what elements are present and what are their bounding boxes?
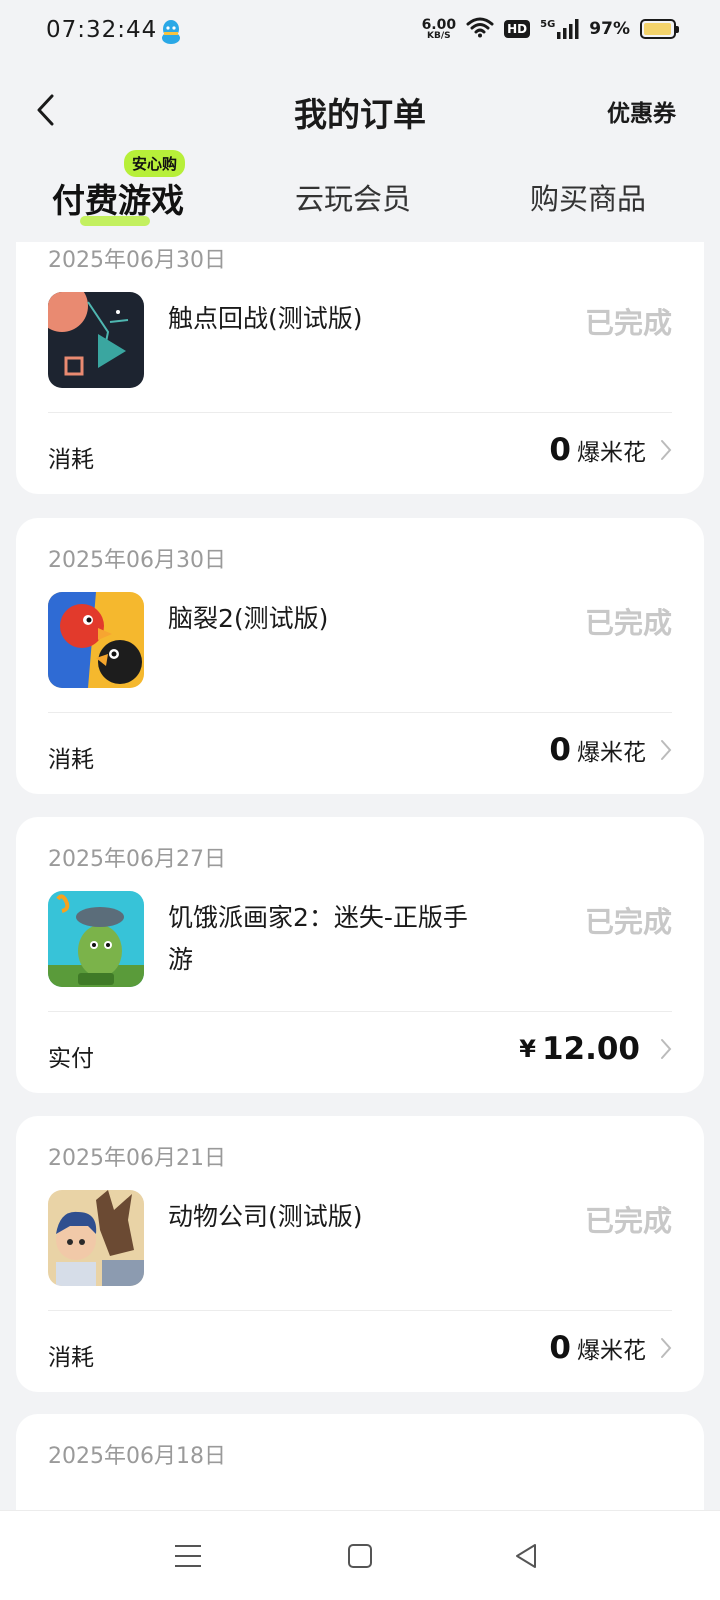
tab-paid-games[interactable]: 付费游戏 [52,174,184,222]
chevron-right-icon [660,1038,672,1060]
game-name: 触点回战(测试版) [168,304,363,333]
amount-value: 0 [549,432,571,468]
order-status: 已完成 [584,905,672,939]
coupon-link[interactable]: 优惠券 [607,94,676,128]
game-thumbnail-brain-split [48,592,144,688]
divider [48,412,672,413]
order-tabs: 安心购 付费游戏 云玩会员 购买商品 [0,150,720,242]
hd-icon: HD [504,20,531,38]
game-thumbnail-animal-company [48,1190,144,1286]
game-name: 饥饿派画家2：迷失-正版手游 [168,903,468,974]
amount-unit: 爆米花 [577,440,646,466]
home-square-icon [348,1544,372,1568]
order-amount: ¥ 12.00 [519,1031,672,1067]
order-amount: 0 爆米花 [543,432,672,468]
chevron-right-icon [660,739,672,761]
chevron-right-icon [660,1337,672,1359]
qq-icon [160,19,182,49]
amount-unit: 爆米花 [577,740,646,766]
game-thumbnail-touchpoint [48,292,144,388]
amount-value: 12.00 [541,1031,640,1067]
currency-symbol: ¥ [519,1035,536,1063]
order-status: 已完成 [584,1204,672,1238]
order-status: 已完成 [584,306,672,340]
order-date: 2025年06月27日 [48,847,226,872]
order-date: 2025年06月30日 [48,248,226,273]
payment-label: 实付 [48,1046,94,1072]
status-time: 07:32:44 [46,17,158,43]
game-thumbnail-hungry-painter [48,891,144,987]
menu-icon [175,1545,201,1567]
status-bar: 07:32:44 6.00 KB/S HD 5G 97% [0,0,720,64]
order-date: 2025年06月18日 [48,1444,226,1469]
battery-icon [640,19,679,39]
payment-label: 消耗 [48,447,94,473]
order-list: 2025年06月30日 触点回战(测试版) 已完成 消耗 0 爆米花 2025年… [0,242,720,1510]
game-name: 脑裂2(测试版) [168,604,329,633]
order-card[interactable]: 2025年06月27日 饥饿派画家2：迷失-正版手游 已完成 实付 ¥ 12.0… [16,817,704,1093]
tab-cloud-membership[interactable]: 云玩会员 [295,176,411,218]
safe-buy-badge: 安心购 [124,150,186,177]
network-speed: 6.00 KB/S [421,16,457,41]
menu-button[interactable] [168,1539,208,1573]
payment-label: 消耗 [48,1345,94,1371]
amount-value: 0 [549,732,571,768]
amount-unit: 爆米花 [577,1338,646,1364]
system-nav-bar [0,1510,720,1600]
game-name: 动物公司(测试版) [168,1202,363,1231]
home-button[interactable] [340,1539,380,1573]
order-amount: 0 爆米花 [543,732,672,768]
signal-icon: 5G [540,19,579,39]
wifi-icon [466,16,494,42]
order-card[interactable]: 2025年06月30日 脑裂2(测试版) 已完成 消耗 0 爆米花 [16,518,704,794]
tab-purchased-goods[interactable]: 购买商品 [530,176,646,218]
top-bar: 我的订单 优惠券 [0,78,720,142]
status-indicators: 6.00 KB/S HD 5G 97% [421,16,679,42]
payment-label: 消耗 [48,747,94,773]
chevron-right-icon [660,439,672,461]
order-card[interactable]: 2025年06月18日 [16,1414,704,1510]
divider [48,712,672,713]
divider [48,1011,672,1012]
order-card[interactable]: 2025年06月30日 触点回战(测试版) 已完成 消耗 0 爆米花 [16,242,704,494]
system-back-button[interactable] [506,1539,546,1573]
order-status: 已完成 [584,606,672,640]
order-date: 2025年06月30日 [48,548,226,573]
divider [48,1310,672,1311]
battery-percent: 97% [589,19,630,39]
order-card[interactable]: 2025年06月21日 动物公司(测试版) 已完成 消耗 0 爆米花 [16,1116,704,1392]
back-triangle-icon [516,1544,536,1568]
order-amount: 0 爆米花 [543,1330,672,1366]
amount-value: 0 [549,1330,571,1366]
order-date: 2025年06月21日 [48,1146,226,1171]
signal-label: 5G [540,19,556,30]
